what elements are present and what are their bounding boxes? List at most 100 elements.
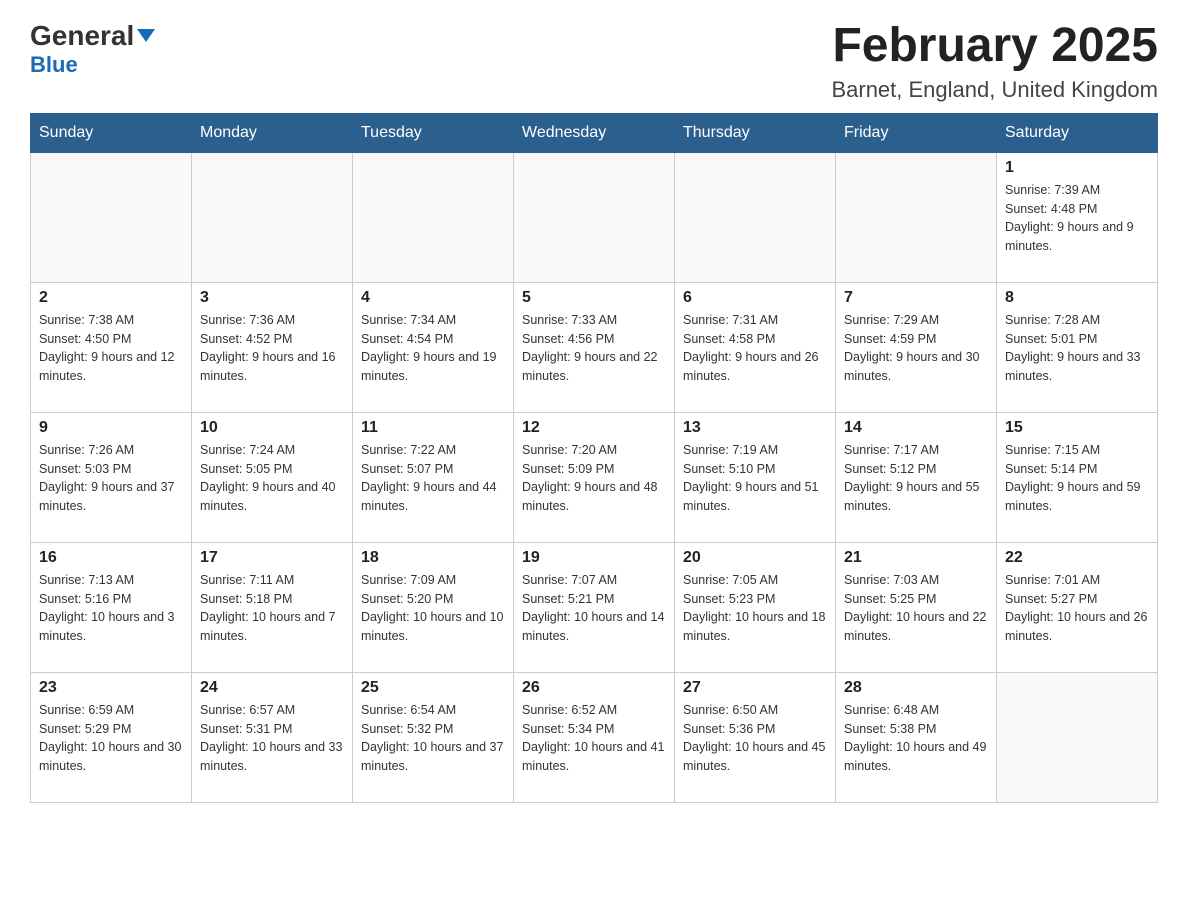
table-row: 23 Sunrise: 6:59 AMSunset: 5:29 PMDayligh… bbox=[31, 672, 192, 802]
day-info: Sunrise: 7:34 AMSunset: 4:54 PMDaylight:… bbox=[361, 311, 505, 386]
table-row: 18 Sunrise: 7:09 AMSunset: 5:20 PMDayligh… bbox=[353, 542, 514, 672]
day-info: Sunrise: 7:20 AMSunset: 5:09 PMDaylight:… bbox=[522, 441, 666, 516]
table-row bbox=[192, 152, 353, 282]
table-row bbox=[31, 152, 192, 282]
day-number: 22 bbox=[1005, 549, 1149, 567]
table-row bbox=[514, 152, 675, 282]
table-row bbox=[675, 152, 836, 282]
table-row: 25 Sunrise: 6:54 AMSunset: 5:32 PMDayligh… bbox=[353, 672, 514, 802]
day-info: Sunrise: 6:54 AMSunset: 5:32 PMDaylight:… bbox=[361, 701, 505, 776]
day-info: Sunrise: 7:38 AMSunset: 4:50 PMDaylight:… bbox=[39, 311, 183, 386]
day-number: 14 bbox=[844, 419, 988, 437]
day-info: Sunrise: 6:52 AMSunset: 5:34 PMDaylight:… bbox=[522, 701, 666, 776]
day-info: Sunrise: 7:28 AMSunset: 5:01 PMDaylight:… bbox=[1005, 311, 1149, 386]
day-number: 7 bbox=[844, 289, 988, 307]
calendar-week-row: 23 Sunrise: 6:59 AMSunset: 5:29 PMDayligh… bbox=[31, 672, 1158, 802]
table-row: 20 Sunrise: 7:05 AMSunset: 5:23 PMDayligh… bbox=[675, 542, 836, 672]
col-friday: Friday bbox=[836, 113, 997, 152]
table-row bbox=[353, 152, 514, 282]
day-number: 20 bbox=[683, 549, 827, 567]
table-row: 2Sunrise: 7:38 AMSunset: 4:50 PMDaylight… bbox=[31, 282, 192, 412]
day-number: 17 bbox=[200, 549, 344, 567]
day-info: Sunrise: 6:50 AMSunset: 5:36 PMDaylight:… bbox=[683, 701, 827, 776]
day-number: 10 bbox=[200, 419, 344, 437]
table-row: 19 Sunrise: 7:07 AMSunset: 5:21 PMDayligh… bbox=[514, 542, 675, 672]
day-number: 21 bbox=[844, 549, 988, 567]
day-number: 4 bbox=[361, 289, 505, 307]
calendar-week-row: 2Sunrise: 7:38 AMSunset: 4:50 PMDaylight… bbox=[31, 282, 1158, 412]
day-info: Sunrise: 7:26 AMSunset: 5:03 PMDaylight:… bbox=[39, 441, 183, 516]
day-number: 19 bbox=[522, 549, 666, 567]
day-number: 1 bbox=[1005, 159, 1149, 177]
day-info: Sunrise: 7:31 AMSunset: 4:58 PMDaylight:… bbox=[683, 311, 827, 386]
table-row: 13 Sunrise: 7:19 AMSunset: 5:10 PMDayligh… bbox=[675, 412, 836, 542]
table-row: 6 Sunrise: 7:31 AMSunset: 4:58 PMDaylight… bbox=[675, 282, 836, 412]
day-number: 15 bbox=[1005, 419, 1149, 437]
title-section: February 2025 Barnet, England, United Ki… bbox=[831, 20, 1158, 103]
calendar-table: Sunday Monday Tuesday Wednesday Thursday… bbox=[30, 113, 1158, 803]
table-row: 8 Sunrise: 7:28 AMSunset: 5:01 PMDaylight… bbox=[997, 282, 1158, 412]
day-info: Sunrise: 7:29 AMSunset: 4:59 PMDaylight:… bbox=[844, 311, 988, 386]
table-row: 27 Sunrise: 6:50 AMSunset: 5:36 PMDayligh… bbox=[675, 672, 836, 802]
day-info: Sunrise: 6:59 AMSunset: 5:29 PMDaylight:… bbox=[39, 701, 183, 776]
day-info: Sunrise: 7:22 AMSunset: 5:07 PMDaylight:… bbox=[361, 441, 505, 516]
table-row: 10 Sunrise: 7:24 AMSunset: 5:05 PMDayligh… bbox=[192, 412, 353, 542]
calendar-header-row: Sunday Monday Tuesday Wednesday Thursday… bbox=[31, 113, 1158, 152]
day-number: 24 bbox=[200, 679, 344, 697]
day-number: 27 bbox=[683, 679, 827, 697]
day-info: Sunrise: 7:33 AMSunset: 4:56 PMDaylight:… bbox=[522, 311, 666, 386]
day-info: Sunrise: 7:13 AMSunset: 5:16 PMDaylight:… bbox=[39, 571, 183, 646]
day-number: 23 bbox=[39, 679, 183, 697]
col-sunday: Sunday bbox=[31, 113, 192, 152]
day-number: 26 bbox=[522, 679, 666, 697]
day-info: Sunrise: 7:19 AMSunset: 5:10 PMDaylight:… bbox=[683, 441, 827, 516]
table-row: 17 Sunrise: 7:11 AMSunset: 5:18 PMDayligh… bbox=[192, 542, 353, 672]
calendar-subtitle: Barnet, England, United Kingdom bbox=[831, 77, 1158, 103]
table-row: 26 Sunrise: 6:52 AMSunset: 5:34 PMDayligh… bbox=[514, 672, 675, 802]
table-row: 1 Sunrise: 7:39 AMSunset: 4:48 PMDaylight… bbox=[997, 152, 1158, 282]
day-number: 28 bbox=[844, 679, 988, 697]
table-row: 14 Sunrise: 7:17 AMSunset: 5:12 PMDayligh… bbox=[836, 412, 997, 542]
col-wednesday: Wednesday bbox=[514, 113, 675, 152]
table-row: 22 Sunrise: 7:01 AMSunset: 5:27 PMDayligh… bbox=[997, 542, 1158, 672]
day-number: 18 bbox=[361, 549, 505, 567]
table-row: 24Sunrise: 6:57 AMSunset: 5:31 PMDayligh… bbox=[192, 672, 353, 802]
calendar-week-row: 9 Sunrise: 7:26 AMSunset: 5:03 PMDaylight… bbox=[31, 412, 1158, 542]
day-number: 25 bbox=[361, 679, 505, 697]
day-info: Sunrise: 7:24 AMSunset: 5:05 PMDaylight:… bbox=[200, 441, 344, 516]
col-monday: Monday bbox=[192, 113, 353, 152]
logo: General Blue bbox=[30, 20, 155, 78]
day-number: 11 bbox=[361, 419, 505, 437]
table-row: 11 Sunrise: 7:22 AMSunset: 5:07 PMDayligh… bbox=[353, 412, 514, 542]
col-tuesday: Tuesday bbox=[353, 113, 514, 152]
table-row bbox=[836, 152, 997, 282]
logo-blue-text: Blue bbox=[30, 52, 78, 77]
day-info: Sunrise: 7:39 AMSunset: 4:48 PMDaylight:… bbox=[1005, 181, 1149, 256]
day-info: Sunrise: 6:48 AMSunset: 5:38 PMDaylight:… bbox=[844, 701, 988, 776]
table-row: 3Sunrise: 7:36 AMSunset: 4:52 PMDaylight… bbox=[192, 282, 353, 412]
day-info: Sunrise: 7:17 AMSunset: 5:12 PMDaylight:… bbox=[844, 441, 988, 516]
day-number: 9 bbox=[39, 419, 183, 437]
day-number: 16 bbox=[39, 549, 183, 567]
logo-general-text: General bbox=[30, 20, 134, 52]
day-info: Sunrise: 7:11 AMSunset: 5:18 PMDaylight:… bbox=[200, 571, 344, 646]
day-info: Sunrise: 7:09 AMSunset: 5:20 PMDaylight:… bbox=[361, 571, 505, 646]
table-row: 21Sunrise: 7:03 AMSunset: 5:25 PMDayligh… bbox=[836, 542, 997, 672]
col-saturday: Saturday bbox=[997, 113, 1158, 152]
day-number: 5 bbox=[522, 289, 666, 307]
calendar-week-row: 1 Sunrise: 7:39 AMSunset: 4:48 PMDaylight… bbox=[31, 152, 1158, 282]
calendar-title: February 2025 bbox=[831, 20, 1158, 73]
calendar-week-row: 16 Sunrise: 7:13 AMSunset: 5:16 PMDayligh… bbox=[31, 542, 1158, 672]
table-row: 16 Sunrise: 7:13 AMSunset: 5:16 PMDayligh… bbox=[31, 542, 192, 672]
col-thursday: Thursday bbox=[675, 113, 836, 152]
table-row: 9 Sunrise: 7:26 AMSunset: 5:03 PMDaylight… bbox=[31, 412, 192, 542]
day-number: 3 bbox=[200, 289, 344, 307]
day-number: 8 bbox=[1005, 289, 1149, 307]
table-row bbox=[997, 672, 1158, 802]
day-info: Sunrise: 7:05 AMSunset: 5:23 PMDaylight:… bbox=[683, 571, 827, 646]
table-row: 4 Sunrise: 7:34 AMSunset: 4:54 PMDaylight… bbox=[353, 282, 514, 412]
day-number: 13 bbox=[683, 419, 827, 437]
day-info: Sunrise: 7:01 AMSunset: 5:27 PMDaylight:… bbox=[1005, 571, 1149, 646]
day-number: 6 bbox=[683, 289, 827, 307]
day-info: Sunrise: 7:07 AMSunset: 5:21 PMDaylight:… bbox=[522, 571, 666, 646]
